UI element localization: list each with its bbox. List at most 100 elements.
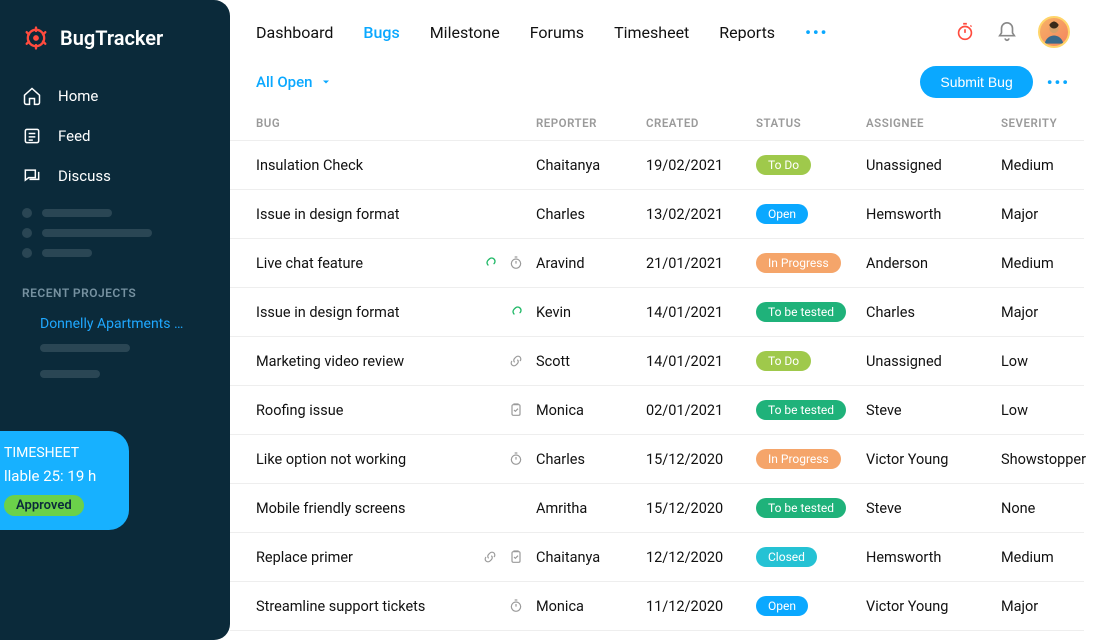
bell-icon[interactable] (996, 21, 1018, 43)
table-row[interactable]: Replace defective switchesCharles11/12/2… (230, 630, 1084, 640)
more-actions[interactable]: ••• (1047, 73, 1070, 92)
table-row[interactable]: Replace primerChaitanya12/12/2020ClosedH… (230, 532, 1084, 581)
bug-cell: Streamline support tickets (256, 598, 536, 615)
col-reporter[interactable]: REPORTER (536, 116, 646, 130)
cell-created: 21/01/2021 (646, 255, 756, 272)
cell-status: To be tested (756, 302, 866, 322)
col-created[interactable]: CREATED (646, 116, 756, 130)
brand-text: BugTracker (60, 26, 163, 50)
tab-timesheet[interactable]: Timesheet (614, 23, 689, 42)
status-badge[interactable]: In Progress (756, 449, 841, 469)
recent-project-placeholder (22, 358, 208, 384)
table-row[interactable]: Streamline support ticketsMonica11/12/20… (230, 581, 1084, 630)
status-badge[interactable]: To be tested (756, 302, 846, 322)
cell-reporter: Aravind (536, 255, 646, 272)
cell-reporter: Scott (536, 353, 646, 370)
table-row[interactable]: Live chat feature Aravind21/01/2021In Pro… (230, 238, 1084, 287)
bug-title[interactable]: Issue in design format (256, 206, 524, 223)
bug-title[interactable]: Like option not working (256, 451, 498, 468)
status-badge[interactable]: To Do (756, 155, 811, 175)
sidebar-item-label: Home (58, 87, 98, 105)
cell-severity: None (1001, 500, 1096, 517)
cell-assignee: Victor Young (866, 598, 1001, 615)
status-badge[interactable]: In Progress (756, 253, 841, 273)
status-badge[interactable]: Open (756, 204, 808, 224)
table-row[interactable]: Insulation Check Chaitanya19/02/2021To Do… (230, 140, 1084, 189)
bug-title[interactable]: Issue in design format (256, 304, 498, 321)
bug-title[interactable]: Live chat feature (256, 255, 472, 272)
bug-title[interactable]: Streamline support tickets (256, 598, 498, 615)
clipboard-icon[interactable] (508, 549, 524, 565)
top-icons (954, 16, 1070, 48)
status-badge[interactable]: Open (756, 596, 808, 616)
bug-title[interactable]: Roofing issue (256, 402, 498, 419)
table-row[interactable]: Issue in design formatKevin14/01/2021To … (230, 287, 1084, 336)
top-tabs: Dashboard Bugs Milestone Forums Timeshee… (256, 23, 950, 42)
tab-forums[interactable]: Forums (530, 23, 584, 42)
cell-severity: Showstopper (1001, 451, 1096, 468)
cell-severity: Medium (1001, 157, 1096, 174)
col-bug[interactable]: BUG (256, 116, 536, 130)
cell-severity: Major (1001, 206, 1096, 223)
tab-dashboard[interactable]: Dashboard (256, 23, 333, 42)
bug-cell: Issue in design format (256, 304, 536, 321)
tab-reports[interactable]: Reports (719, 23, 775, 42)
bug-logo-icon (22, 24, 50, 52)
table-row[interactable]: Mobile friendly screensAmritha15/12/2020… (230, 483, 1084, 532)
timesheet-card[interactable]: TIMESHEET llable 25: 19 h Approved (0, 431, 129, 530)
bug-title[interactable]: Replace primer (256, 549, 472, 566)
discuss-icon (22, 166, 42, 186)
feed-icon (22, 126, 42, 146)
cell-assignee: Victor Young (866, 451, 1001, 468)
status-badge[interactable]: To Do (756, 351, 811, 371)
col-assignee[interactable]: ASSIGNEE (866, 116, 1001, 130)
cell-status: To Do (756, 351, 866, 371)
bug-title[interactable]: Insulation Check (256, 157, 524, 174)
col-severity[interactable]: SEVERITY (1001, 116, 1096, 130)
sidebar-nav: Home Feed Discuss (0, 72, 230, 200)
cell-created: 19/02/2021 (646, 157, 756, 174)
cell-assignee: Unassigned (866, 157, 1001, 174)
timer-icon[interactable] (954, 21, 976, 43)
timesheet-hours: llable 25: 19 h (4, 467, 115, 485)
timer-icon[interactable] (508, 598, 524, 614)
tab-bugs[interactable]: Bugs (363, 23, 399, 42)
recent-project-item[interactable]: Donnelly Apartments Co (22, 310, 208, 338)
timer-icon[interactable] (508, 255, 524, 271)
sidebar-item-discuss[interactable]: Discuss (0, 156, 230, 196)
cell-status: Open (756, 596, 866, 616)
bug-title[interactable]: Marketing video review (256, 353, 498, 370)
bug-title[interactable]: Mobile friendly screens (256, 500, 524, 517)
bug-cell: Mobile friendly screens (256, 500, 536, 517)
status-badge[interactable]: To be tested (756, 498, 846, 518)
cell-reporter: Chaitanya (536, 157, 646, 174)
tab-more[interactable]: ••• (805, 23, 828, 42)
table-row[interactable]: Like option not workingCharles15/12/2020… (230, 434, 1084, 483)
filter-dropdown[interactable]: All Open (256, 73, 332, 91)
col-status[interactable]: STATUS (756, 116, 866, 130)
chain-icon[interactable] (482, 549, 498, 565)
submit-bug-button[interactable]: Submit Bug (920, 66, 1032, 98)
table-row[interactable]: Issue in design formatCharles13/02/2021O… (230, 189, 1084, 238)
status-badge[interactable]: To be tested (756, 400, 846, 420)
table-row[interactable]: Marketing video reviewScott14/01/2021To … (230, 336, 1084, 385)
avatar[interactable] (1038, 16, 1070, 48)
bug-cell: Issue in design format (256, 206, 536, 223)
cell-severity: Low (1001, 402, 1096, 419)
cell-reporter: Chaitanya (536, 549, 646, 566)
link-icon[interactable] (482, 255, 498, 271)
status-badge[interactable]: Closed (756, 547, 817, 567)
home-icon (22, 86, 42, 106)
tab-milestone[interactable]: Milestone (430, 23, 500, 42)
timer-icon[interactable] (508, 451, 524, 467)
sidebar-item-label: Discuss (58, 167, 111, 185)
chain-icon[interactable] (508, 353, 524, 369)
brand[interactable]: BugTracker (0, 18, 230, 72)
link-icon[interactable] (508, 304, 524, 320)
table-row[interactable]: Roofing issueMonica02/01/2021To be teste… (230, 385, 1084, 434)
sidebar-item-home[interactable]: Home (0, 76, 230, 116)
cell-reporter: Charles (536, 206, 646, 223)
cell-status: In Progress (756, 449, 866, 469)
clipboard-icon[interactable] (508, 402, 524, 418)
sidebar-item-feed[interactable]: Feed (0, 116, 230, 156)
